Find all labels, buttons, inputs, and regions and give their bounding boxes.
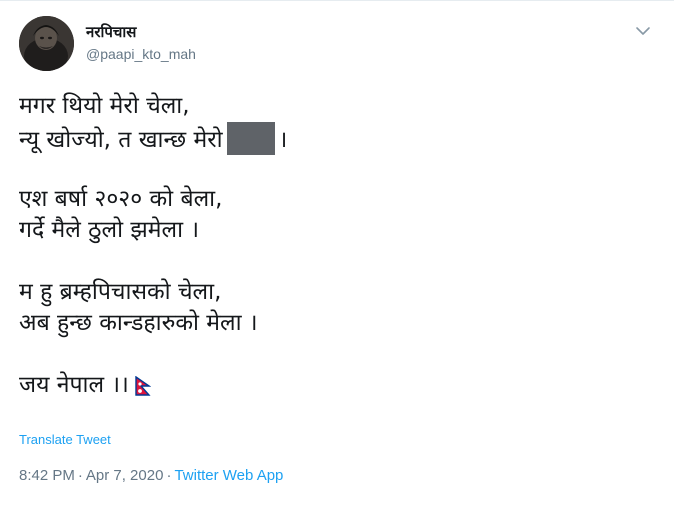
tweet-time[interactable]: 8:42 PM [19, 467, 75, 484]
tweet-metadata: 8:42 PM · Apr 7, 2020 · Twitter Web App [19, 467, 283, 484]
tweet-line: जय नेपाल ।। [19, 370, 639, 401]
tweet-card: नरपिचास @paapi_kto_mah मगर थियो मेरो चेल… [0, 0, 674, 506]
tweet-line: न्यू खोज्यो, त खान्छ मेरो । [19, 122, 639, 155]
chevron-down-icon[interactable] [634, 23, 652, 37]
tweet-line: म हु ब्रम्हपिचासको चेला, [19, 279, 222, 305]
tweet-text: मगर थियो मेरो चेला, न्यू खोज्यो, त खान्छ… [19, 91, 639, 401]
stanza: जय नेपाल ।। [19, 370, 639, 401]
tweet-line: मगर थियो मेरो चेला, [19, 93, 190, 119]
translate-tweet-link[interactable]: Translate Tweet [19, 432, 111, 447]
user-handle[interactable]: @paapi_kto_mah [86, 46, 196, 62]
tweet-date[interactable]: Apr 7, 2020 [86, 467, 164, 484]
separator: · [77, 467, 83, 484]
tweet-line: एश बर्षा २०२० को बेला, [19, 186, 223, 212]
tweet-line: अब हुन्छ कान्डहारुको मेला । [19, 310, 258, 336]
tweet-line: गर्दे मैले ठुलो झमेला । [19, 217, 200, 243]
tweet-source-link[interactable]: Twitter Web App [174, 467, 283, 484]
tweet-line-text: जय नेपाल ।। [19, 372, 129, 398]
avatar[interactable] [19, 16, 74, 71]
redaction-block [226, 122, 275, 155]
stanza: मगर थियो मेरो चेला, न्यू खोज्यो, त खान्छ… [19, 91, 639, 155]
stanza: एश बर्षा २०२० को बेला, गर्दे मैले ठुलो झ… [19, 184, 639, 246]
tweet-line-text: न्यू खोज्यो, त खान्छ मेरो [19, 127, 223, 153]
nepal-flag-icon [135, 374, 152, 405]
tweet-line-suffix: । [278, 127, 288, 153]
stanza: म हु ब्रम्हपिचासको चेला, अब हुन्छ कान्डह… [19, 277, 639, 339]
display-name[interactable]: नरपिचास [86, 22, 136, 42]
separator: · [166, 467, 172, 484]
